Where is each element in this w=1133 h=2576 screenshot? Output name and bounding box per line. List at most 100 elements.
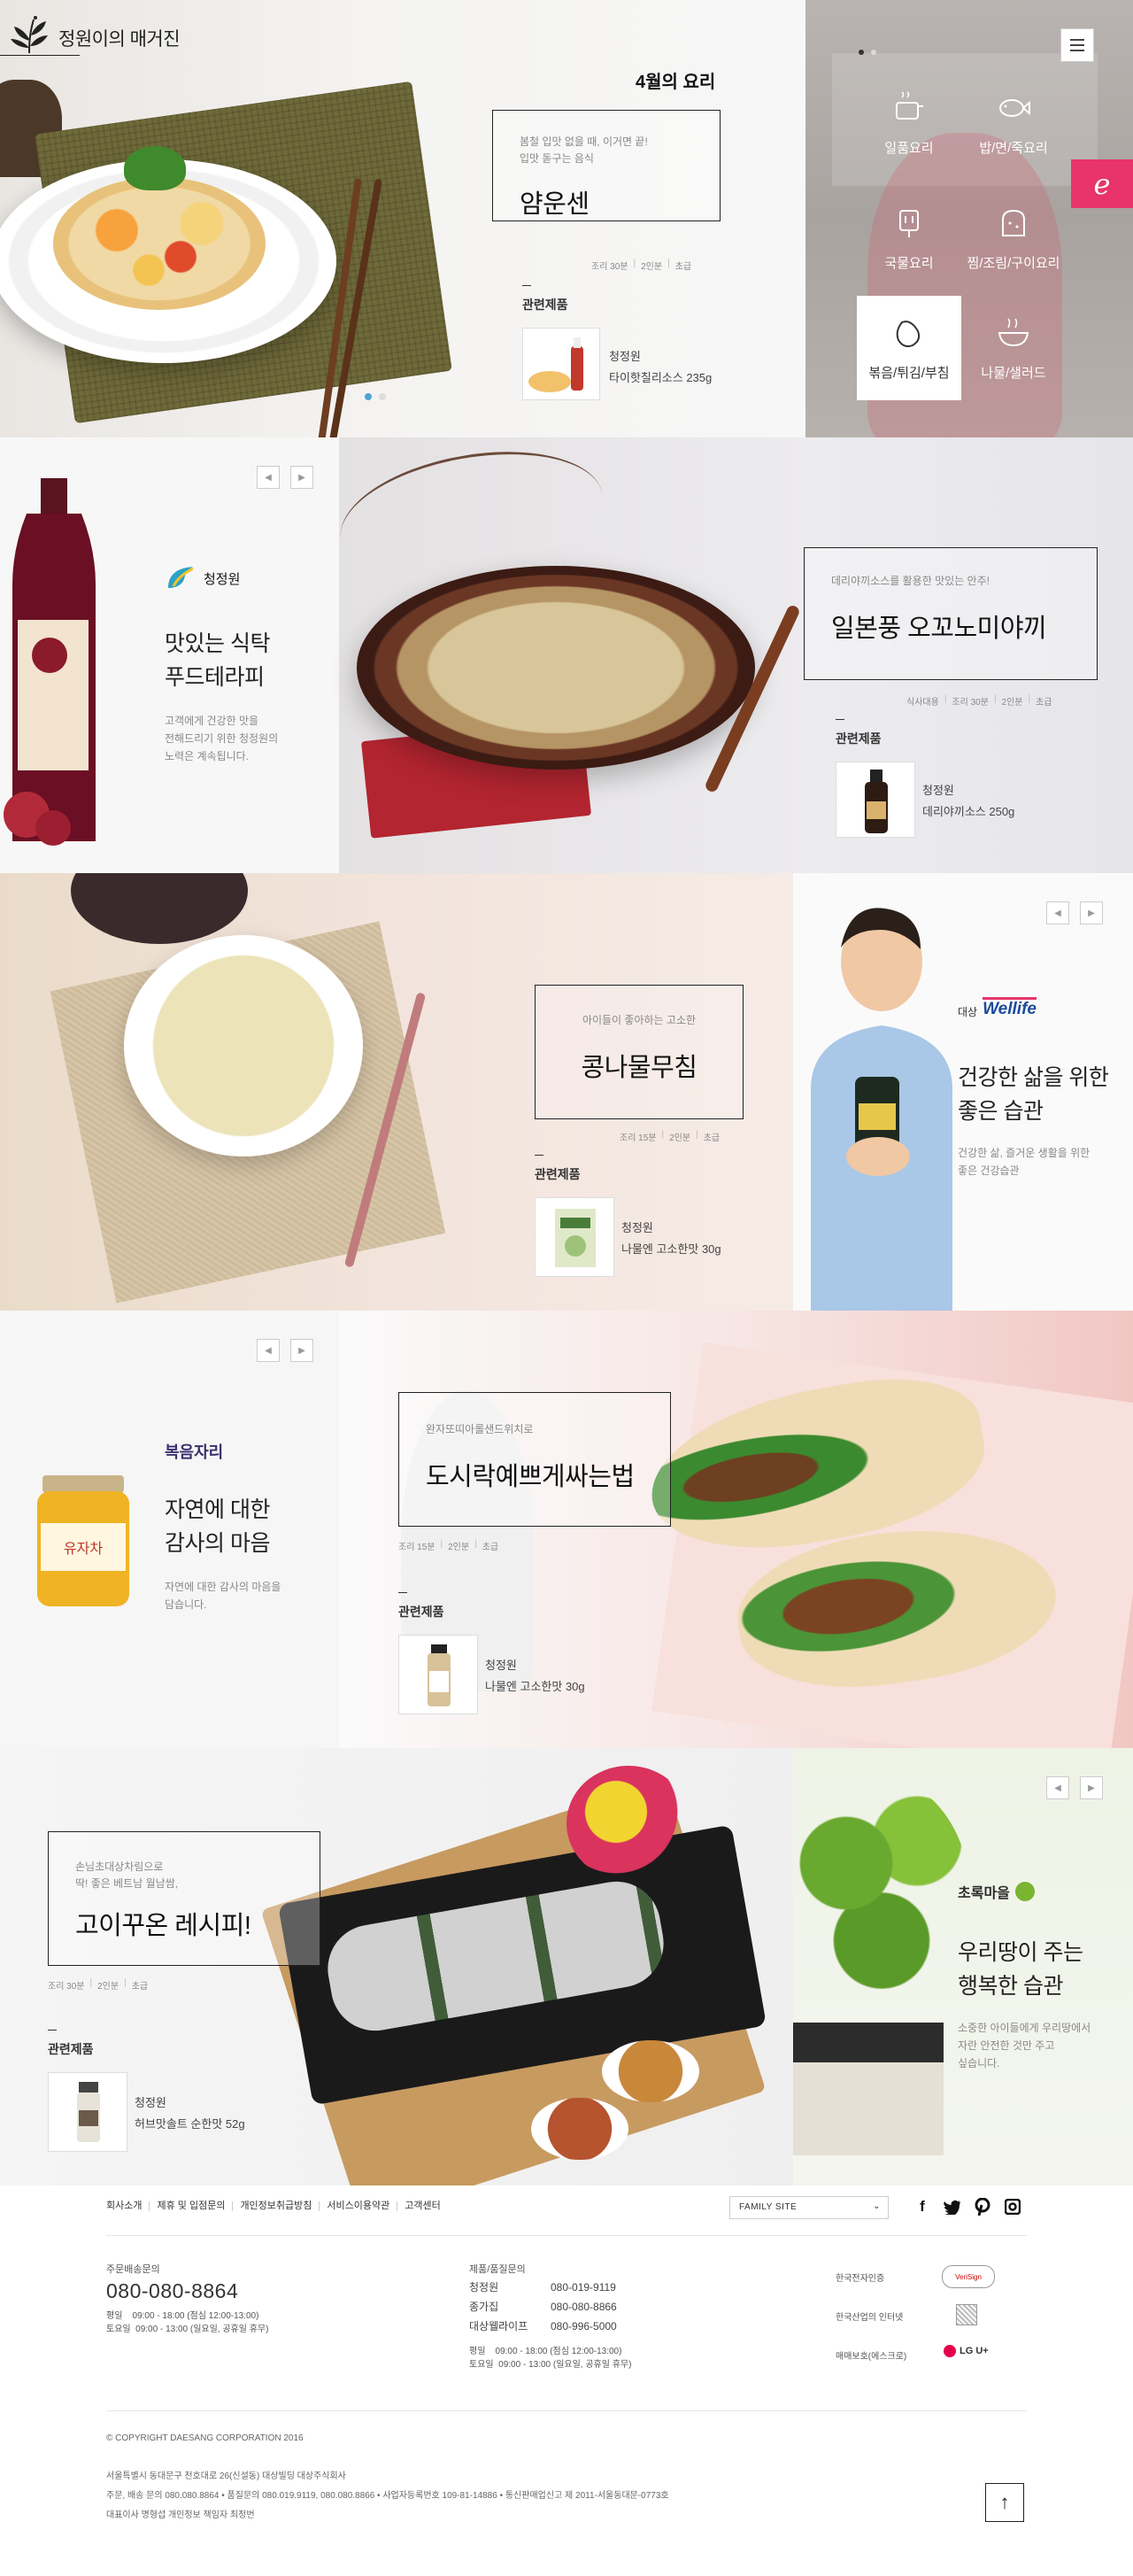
brand-logo: 초록마을 [958,1881,1035,1902]
next-arrow-icon[interactable]: ▶ [1080,901,1103,924]
product-name[interactable]: 데리야끼소스 250g [922,802,1014,819]
category-item[interactable]: 일품요리 [857,71,961,175]
footer-link[interactable]: 서비스이용약관 [319,2201,397,2211]
pagination-dot[interactable] [379,393,386,400]
product-brand: 청정원 [621,1221,653,1234]
promo-description: 자연에 대한 감사의 마음을 담습니다. [165,1581,281,1611]
verisign-cert-icon[interactable]: VeriSign [942,2265,995,2288]
promo-panel: ◀ ▶ 청정원 맛있는 식탁 푸드테라피 고객에게 건강한 맛을 전해드리기 위… [0,437,339,873]
product-name[interactable]: 나물엔 고소한맛 30g [485,1677,585,1694]
promo-panel: ◀ ▶ 대상 Wellife 건강한 삶을 위한 좋은 습관 건강한 삶, 즐거… [793,873,1133,1311]
category-item[interactable]: 나물/샐러드 [961,296,1066,400]
category-item[interactable]: 국물요리 [857,186,961,290]
toaster-icon [899,209,919,237]
pagination-dot[interactable] [365,393,372,400]
salad-image [53,177,266,310]
product-thumbnail[interactable] [836,762,915,838]
site-logo[interactable]: 정원이의 매거진 [7,14,181,57]
prev-arrow-icon[interactable]: ◀ [257,1339,280,1362]
related-products-label: 관련제품 [48,2042,94,2056]
logo-text: 정원이의 매거진 [58,29,181,50]
twitter-icon[interactable] [944,2198,961,2216]
citron-tea-jar-image: 유자차 [37,1475,129,1606]
hero-pagination [365,393,386,400]
promo-title: 자연에 대한 감사의 마음 [165,1497,270,1556]
footer-divider [106,2410,1027,2411]
seasoning-bottle-icon [428,1644,451,1706]
recipe-subtitle: 아이들이 좋아하는 고소한 [582,1014,697,1026]
sauce-bowl-image [531,2098,628,2160]
brand-logo: 대상 Wellife [958,997,1037,1019]
carousel-arrows: ◀ ▶ [1046,901,1103,924]
product-name[interactable]: 나물엔 고소한맛 30g [621,1240,721,1257]
cert-label: 한국전자인증 [836,2274,885,2284]
back-to-top-button[interactable]: ↑ [985,2483,1024,2522]
seasoning-pack-icon [555,1209,596,1267]
related-products-label: 관련제품 [522,298,568,312]
company-address: 서울특별시 동대문구 천호대로 26(신설동) 대상빌딩 대상주식회사 주문, … [106,2472,669,2520]
copyright-text: © COPYRIGHT DAESANG CORPORATION 2016 [106,2433,304,2443]
dragon-fruit-image [566,1766,690,1881]
promo-description: 소중한 아이들에게 우리땅에서 자란 안전한 것만 주고 싶습니다. [958,2022,1091,2069]
recipe-card[interactable]: 완자또띠아롤샌드위치로 도시락예쁘게싸는법 [398,1392,671,1527]
recipe-meta: 조리 30분 | 2인분 | 초급 [48,1978,149,1992]
product-thumbnail[interactable] [535,1197,614,1277]
order-phone[interactable]: 080-080-8864 [106,2279,238,2303]
store-front-image [793,2023,944,2155]
category-item[interactable]: 찜/조림/구이요리 [961,186,1066,290]
product-thumbnail[interactable] [522,328,600,400]
recipe-subtitle: 완자또띠아롤샌드위치로 [426,1423,534,1435]
lg-uplus-cert-icon[interactable]: LG U+ [944,2345,989,2357]
cert-label: 한국산업의 인터넷 [836,2313,904,2323]
prev-arrow-icon[interactable]: ◀ [1046,1776,1069,1799]
footer-link[interactable]: 개인정보취급방침 [232,2201,319,2211]
sprout-icon [1014,1882,1035,1901]
hero-recipe-card[interactable]: 봄철 입맛 없을 때, 이거면 끝! 입맛 돋구는 음식 얌운센 [492,110,721,221]
prev-arrow-icon[interactable]: ◀ [1046,901,1069,924]
promo-panel: ◀ ▶ 초록마을 우리땅이 주는 행복한 습관 소중한 아이들에게 우리땅에서 … [793,1748,1133,2185]
teriyaki-sauce-bottle-icon [865,770,888,833]
side-badge-e-icon[interactable]: e [1071,159,1133,208]
recipe-card[interactable]: 아이들이 좋아하는 고소한 콩나물무침 [535,985,744,1119]
hamburger-icon[interactable] [1060,28,1094,62]
recipe-meta: 조리 15분 | 2인분 | 초급 [620,1130,721,1143]
footer-link[interactable]: 제휴 및 입점문의 [149,2201,232,2211]
product-name[interactable]: 타이핫칠리소스 235g [609,368,712,385]
family-site-select[interactable]: FAMILY SITE ⌄ [729,2196,889,2219]
okonomiyaki-image [357,566,755,770]
product-thumbnail[interactable] [48,2072,127,2152]
footer-divider [106,2235,1027,2236]
promo-panel: ◀ ▶ 유자차 복음자리 자연에 대한 감사의 마음 자연에 대한 감사의 마음… [0,1311,339,1748]
category-item-active[interactable]: 볶음/튀김/부침 [857,296,961,400]
prev-arrow-icon[interactable]: ◀ [257,466,280,489]
recipe-card[interactable]: 손님초대상차림으로 딱! 좋은 베트남 월남쌈, 고이꾸온 레시피! [48,1831,320,1966]
recipe-subtitle: 봄철 입맛 없을 때, 이거면 끝! [520,135,648,148]
cert-label: 매매보호(에스크로) [836,2352,907,2362]
product-thumbnail[interactable] [398,1635,478,1714]
instagram-icon[interactable] [1004,2198,1021,2216]
next-arrow-icon[interactable]: ▶ [1080,1776,1103,1799]
footer-link[interactable]: 회사소개 [106,2201,149,2211]
quality-hours: 평일 09:00 - 18:00 (점심 12:00-13:00) 토요일 09:… [469,2347,632,2370]
social-links: f [913,2198,1021,2216]
facebook-icon[interactable]: f [913,2198,931,2216]
bowl-icon [998,318,1029,346]
qr-cert-icon[interactable] [956,2304,977,2325]
leaves-image [793,1775,970,1996]
recipe-subtitle: 손님초대상차림으로 [75,1860,164,1873]
footer-link[interactable]: 고객센터 [397,2201,447,2211]
category-item[interactable]: 밥/면/죽요리 [961,71,1066,175]
recipe-meta: 식사대용 | 조리 30분 | 2인분 | 초급 [906,694,1052,708]
recipe-section-beansprouts: 아이들이 좋아하는 고소한 콩나물무침 조리 15분 | 2인분 | 초급 관련제품… [0,873,1133,1311]
recipe-card[interactable]: 데리야끼소스를 활용한 맛있는 안주! 일본풍 오꼬노미야끼 [804,547,1098,680]
next-arrow-icon[interactable]: ▶ [290,466,313,489]
quality-contacts: 청정원 080-019-9119 종가집 080-080-8866 대상웰라이프 08… [469,2281,617,2332]
product-brand: 청정원 [609,350,641,363]
egg-icon [896,320,921,347]
next-arrow-icon[interactable]: ▶ [290,1339,313,1362]
product-name[interactable]: 허브맛솔트 순한맛 52g [135,2115,245,2131]
promo-title: 맛있는 식탁 푸드테라피 [165,631,270,690]
order-inquiry-label: 주문배송문의 [106,2264,160,2275]
pinterest-icon[interactable] [974,2198,991,2216]
black-rice-bowl-image [71,873,248,944]
